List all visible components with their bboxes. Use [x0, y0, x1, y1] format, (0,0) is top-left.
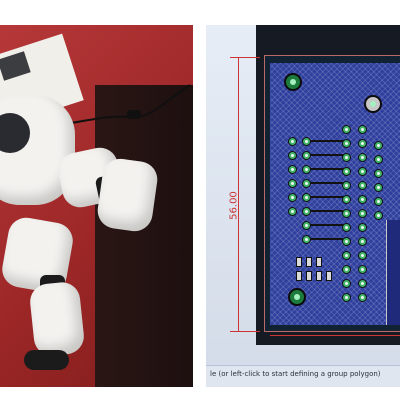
pad	[302, 193, 311, 202]
pad	[342, 251, 351, 260]
pad	[342, 223, 351, 232]
pad	[358, 181, 367, 190]
pad	[358, 251, 367, 260]
pad	[358, 293, 367, 302]
trace	[311, 224, 343, 226]
trace	[311, 196, 343, 198]
dimension-tick-top	[230, 57, 260, 58]
smd-component	[296, 271, 302, 281]
charging-cable	[59, 84, 191, 126]
pad	[358, 125, 367, 134]
smd-component	[316, 257, 322, 267]
pad	[358, 139, 367, 148]
mounting-hole-top-left	[284, 73, 302, 91]
pad	[342, 265, 351, 274]
trace	[311, 154, 343, 156]
pad	[342, 153, 351, 162]
pad	[374, 155, 383, 164]
pad	[358, 153, 367, 162]
pad	[302, 207, 311, 216]
pad	[288, 137, 297, 146]
pad	[374, 197, 383, 206]
pad	[302, 137, 311, 146]
mounting-hole-bottom-left	[288, 288, 306, 306]
robot-photo	[0, 25, 193, 387]
trace	[311, 238, 343, 240]
pad	[358, 265, 367, 274]
trace	[311, 182, 343, 184]
pad	[302, 221, 311, 230]
robot-foot	[24, 350, 69, 370]
pad	[288, 151, 297, 160]
pad	[342, 293, 351, 302]
pcb-screen-photo: 56.00 6	[206, 25, 400, 387]
pad	[342, 125, 351, 134]
pad	[374, 211, 383, 220]
dimension-tick-bottom	[230, 331, 260, 332]
smd-component	[326, 271, 332, 281]
pad	[342, 181, 351, 190]
trace	[311, 168, 343, 170]
pad	[342, 209, 351, 218]
pad	[288, 179, 297, 188]
pad	[342, 279, 351, 288]
pad	[342, 139, 351, 148]
pad	[358, 167, 367, 176]
pad	[342, 237, 351, 246]
pad	[358, 223, 367, 232]
pad	[288, 165, 297, 174]
connector-strip	[386, 220, 400, 325]
pad	[302, 179, 311, 188]
smd-component	[316, 271, 322, 281]
pad	[358, 237, 367, 246]
pad	[288, 193, 297, 202]
editor-status-bar: le (or left-click to start defining a gr…	[206, 365, 400, 387]
mounting-hole-top-right	[364, 95, 382, 113]
pad	[302, 165, 311, 174]
pad	[358, 279, 367, 288]
smd-component	[296, 257, 302, 267]
robot-front-leg-lower	[95, 156, 160, 234]
pad	[358, 209, 367, 218]
pad	[342, 167, 351, 176]
trace	[311, 140, 343, 142]
pad	[374, 183, 383, 192]
pad	[374, 169, 383, 178]
status-text: le (or left-click to start defining a gr…	[210, 370, 381, 378]
dimension-label-vertical: 56.00	[228, 191, 240, 220]
pad	[342, 195, 351, 204]
pad	[374, 141, 383, 150]
robot-hind-leg-lower	[28, 280, 86, 358]
pad	[358, 195, 367, 204]
smd-component	[306, 271, 312, 281]
pad	[302, 235, 311, 244]
smd-component	[306, 257, 312, 267]
pad	[288, 207, 297, 216]
trace	[311, 210, 343, 212]
dimension-line-horizontal	[270, 335, 400, 336]
pad	[302, 151, 311, 160]
